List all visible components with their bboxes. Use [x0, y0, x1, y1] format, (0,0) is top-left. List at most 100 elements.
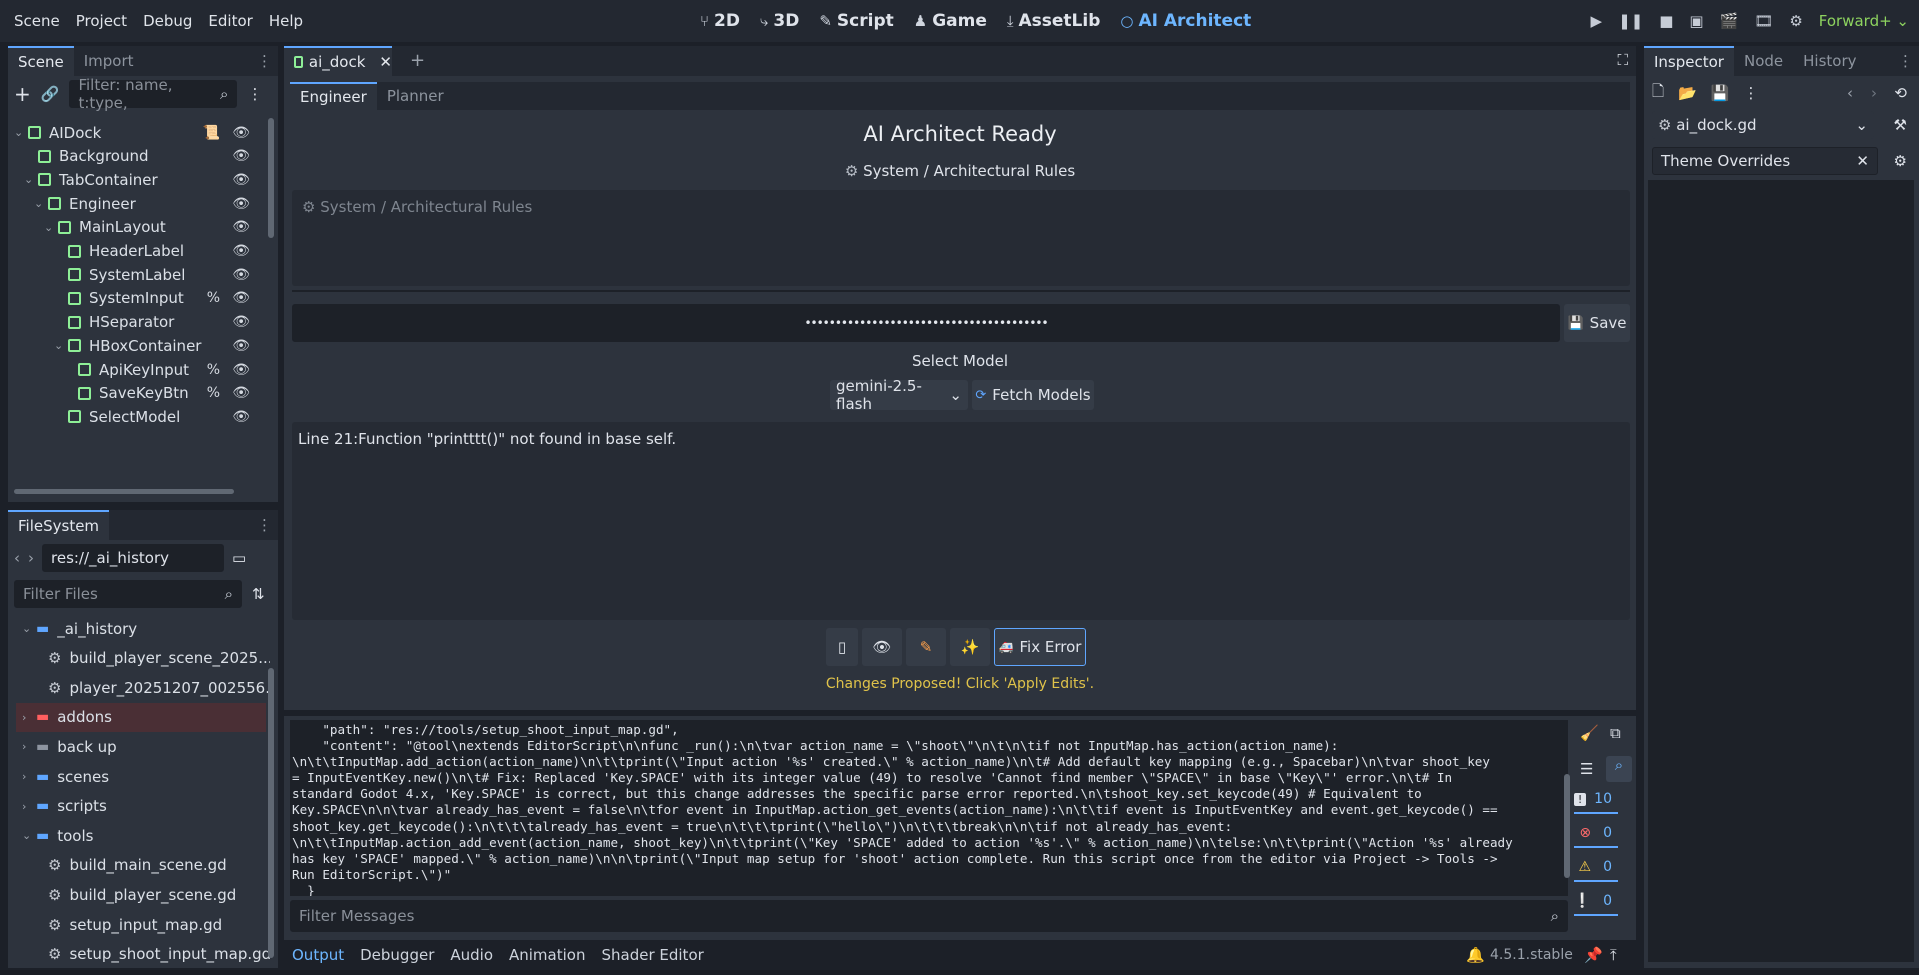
script-icon[interactable]: 📜	[203, 125, 220, 141]
file-item[interactable]: ⚙ setup_shoot_input_map.gd	[16, 940, 270, 964]
visibility-eye-icon[interactable]: 👁	[232, 385, 250, 401]
menu-scene[interactable]: Scene	[6, 12, 68, 30]
file-item[interactable]: ⚙ setup_input_map.gd	[16, 910, 266, 939]
object-history-icon[interactable]: ⟲	[1894, 84, 1907, 102]
add-tab-icon[interactable]: +	[410, 50, 425, 71]
folder-item[interactable]: › ▬ addons	[16, 702, 266, 732]
model-select[interactable]: gemini-2.5-flash ⌄	[830, 377, 968, 413]
dock-menu-icon[interactable]: ⋮	[257, 52, 272, 70]
pause-icon[interactable]: ❚❚	[1618, 12, 1643, 30]
history-back-icon[interactable]: ‹	[1847, 84, 1853, 102]
system-input[interactable]: ⚙ System / Architectural Rules	[292, 190, 1630, 286]
magic-button[interactable]: ✨	[950, 628, 990, 666]
workspace-ai-architect[interactable]: ○ AI Architect	[1120, 11, 1251, 31]
editor-messages-toggle[interactable]: ❕ 0	[1574, 888, 1618, 916]
copy-icon[interactable]: ⧉	[1610, 724, 1621, 742]
split-view-icon[interactable]: ▭	[232, 549, 246, 567]
close-icon[interactable]: ✕	[1856, 152, 1869, 170]
api-key-input[interactable]: ••••••••••••••••••••••••••••••••••••••••	[292, 304, 1560, 342]
folder-item[interactable]: ⌄ ▬ tools	[16, 821, 266, 850]
forward-icon[interactable]: ›	[28, 549, 34, 567]
save-icon[interactable]: 💾	[1711, 84, 1730, 102]
stop-icon[interactable]: ■	[1659, 12, 1673, 30]
workspace-3d[interactable]: ⤷ 3D	[760, 11, 799, 31]
resource-select[interactable]: ⚙ ai_dock.gd ⌄	[1652, 111, 1874, 139]
renderer-select[interactable]: Forward+ ⌄	[1819, 12, 1909, 30]
history-forward-icon[interactable]: ›	[1871, 84, 1877, 102]
visibility-eye-icon[interactable]: 👁	[232, 219, 250, 235]
visibility-eye-icon[interactable]: 👁	[232, 172, 250, 188]
menu-editor[interactable]: Editor	[200, 12, 260, 30]
folder-item[interactable]: › ▬ scenes	[16, 762, 266, 791]
play-icon[interactable]: ▶	[1591, 12, 1603, 30]
more-icon[interactable]: ⋮	[1743, 84, 1758, 102]
preview-button[interactable]: 👁	[862, 628, 902, 666]
scene-node[interactable]: SelectModel 👁	[8, 402, 258, 431]
scene-filter-input[interactable]: Filter: name, t:type, ⌕	[69, 76, 238, 112]
menu-debug[interactable]: Debug	[135, 12, 200, 30]
open-folder-icon[interactable]: 📂	[1678, 84, 1697, 102]
messages-toggle[interactable]: ! 10	[1574, 786, 1618, 814]
bottom-tab-audio[interactable]: Audio	[450, 946, 493, 964]
play-custom-scene-icon[interactable]: 🎞	[1754, 12, 1773, 30]
filter-options-icon[interactable]: ⋮	[247, 85, 262, 103]
node-tools-icon[interactable]: ⚒	[1894, 116, 1907, 134]
output-log[interactable]: "path": "res://tools/setup_shoot_input_m…	[290, 720, 1568, 896]
expand-arrow-icon[interactable]: ⌄	[22, 829, 36, 842]
warnings-toggle[interactable]: ⚠ 0	[1574, 854, 1618, 882]
visibility-eye-icon[interactable]: 👁	[232, 243, 250, 259]
bottom-tab-output[interactable]: Output	[292, 946, 344, 964]
theme-overrides-field[interactable]: Theme Overrides ✕	[1652, 147, 1878, 175]
expand-arrow-icon[interactable]: ⌄	[24, 173, 38, 186]
visibility-eye-icon[interactable]: 👁	[232, 148, 250, 164]
tab-scene[interactable]: Scene	[8, 46, 74, 76]
expand-panel-icon[interactable]: ⤒	[1610, 946, 1617, 964]
folder-item[interactable]: ⌄ ▬ _ai_history	[16, 614, 266, 643]
property-settings-icon[interactable]: ⚙	[1894, 152, 1907, 170]
tab-planner[interactable]: Planner	[377, 82, 454, 110]
expand-arrow-icon[interactable]: ⌄	[14, 126, 28, 139]
folder-item[interactable]: › ▬ scripts	[16, 792, 266, 821]
bottom-tab-debugger[interactable]: Debugger	[360, 946, 434, 964]
link-icon[interactable]: 🔗	[41, 85, 60, 103]
tab-filesystem[interactable]: FileSystem	[8, 510, 110, 540]
scene-tree-hscrollbar[interactable]	[14, 489, 234, 494]
tab-import[interactable]: Import	[74, 46, 144, 76]
workspace-script[interactable]: ✎ Script	[819, 11, 893, 31]
visibility-eye-icon[interactable]: 👁	[232, 267, 250, 283]
scene-tree-scrollbar[interactable]	[268, 118, 274, 238]
bottom-tab-shader-editor[interactable]: Shader Editor	[601, 946, 703, 964]
clear-log-icon[interactable]: 🧹	[1580, 724, 1599, 742]
visibility-eye-icon[interactable]: 👁	[232, 362, 250, 378]
workspace-game[interactable]: ♟ Game	[914, 11, 987, 31]
fetch-models-button[interactable]: ⟳ Fetch Models	[972, 380, 1094, 410]
dock-menu-icon[interactable]: ⋮	[257, 516, 272, 534]
play-scene-icon[interactable]: 🎬	[1720, 12, 1739, 30]
close-tab-icon[interactable]: ✕	[379, 53, 392, 71]
expand-arrow-icon[interactable]: ›	[22, 740, 36, 753]
filter-files-input[interactable]: Filter Files ⌕	[14, 580, 242, 608]
filter-messages-input[interactable]: Filter Messages ⌕	[290, 900, 1568, 932]
file-item[interactable]: ⚙ build_player_scene_2025...	[16, 644, 270, 673]
workspace-2d[interactable]: ⑂ 2D	[700, 11, 740, 31]
new-resource-icon[interactable]: 🗋	[1652, 81, 1664, 106]
add-node-icon[interactable]: +	[14, 82, 31, 106]
visibility-eye-icon[interactable]: 👁	[232, 338, 250, 354]
menu-project[interactable]: Project	[68, 12, 135, 30]
remote-debug-icon[interactable]: ▣	[1689, 12, 1703, 30]
bottom-tab-animation[interactable]: Animation	[509, 946, 585, 964]
visibility-eye-icon[interactable]: 👁	[232, 290, 250, 306]
toggle-search-icon[interactable]: ⌕	[1606, 756, 1632, 782]
workspace-assetlib[interactable]: ⤓ AssetLib	[1007, 11, 1101, 31]
visibility-eye-icon[interactable]: 👁	[232, 196, 250, 212]
dock-menu-icon[interactable]: ⋮	[1898, 52, 1913, 70]
tab-ai-dock[interactable]: ai_dock ✕	[284, 46, 392, 76]
expand-arrow-icon[interactable]: ›	[22, 711, 36, 724]
expand-arrow-icon[interactable]: ⌄	[44, 221, 58, 234]
file-item[interactable]: ⚙ build_main_scene.gd	[16, 851, 266, 880]
file-item[interactable]: ⚙ player_20251207_002556...	[16, 673, 270, 702]
tab-engineer[interactable]: Engineer	[290, 82, 377, 110]
unique-name-icon[interactable]: %	[207, 290, 220, 306]
output-scrollbar[interactable]	[1564, 774, 1570, 878]
expand-arrow-icon[interactable]: ›	[22, 800, 36, 813]
